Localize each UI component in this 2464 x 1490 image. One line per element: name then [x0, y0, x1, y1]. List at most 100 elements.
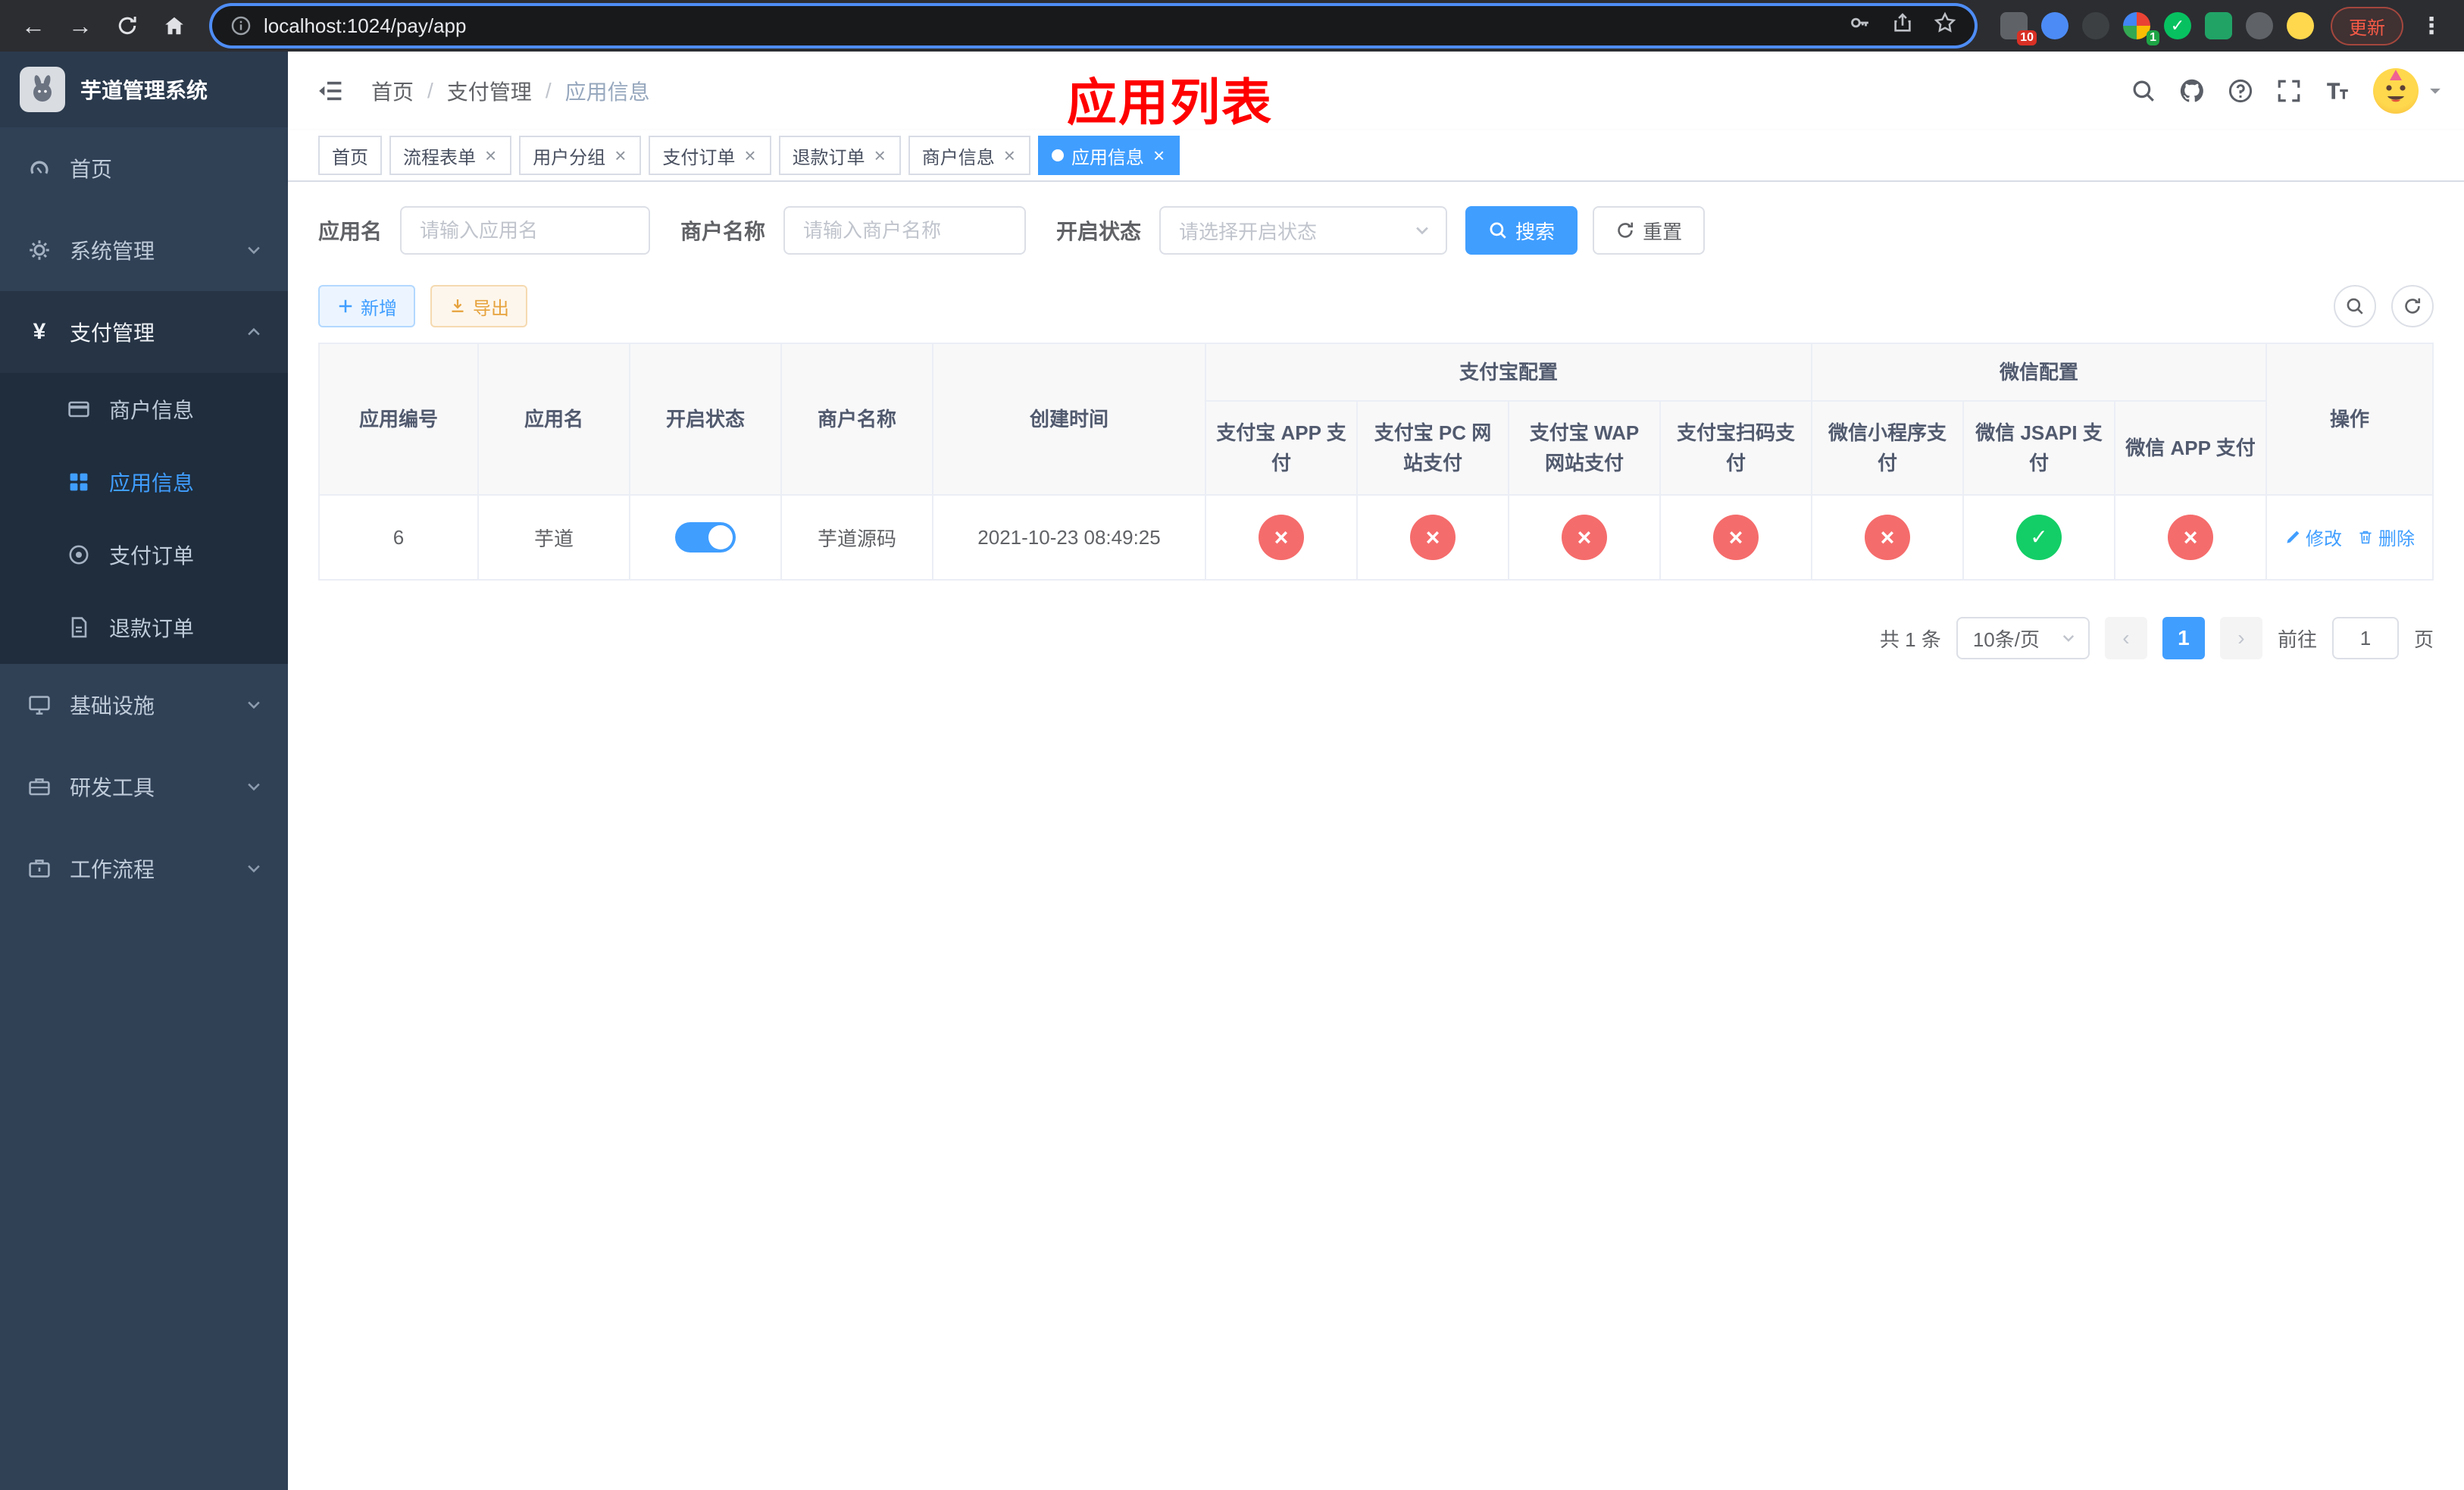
- tab-merchant-info[interactable]: 商户信息 ×: [908, 136, 1030, 175]
- sidebar-item-home[interactable]: 首页: [0, 127, 288, 209]
- page-size-select[interactable]: 10条/页: [1956, 617, 2090, 659]
- extension-icon-3[interactable]: [2082, 12, 2109, 39]
- sidebar-item-pay-order[interactable]: 支付订单: [0, 518, 288, 591]
- tabs-bar: 首页 流程表单 × 用户分组 × 支付订单 × 退款订单 × 商户信息 × 应用…: [288, 130, 2464, 182]
- help-icon[interactable]: [2228, 78, 2253, 104]
- dashboard-icon: [26, 156, 53, 180]
- tab-close-icon[interactable]: ×: [1152, 146, 1166, 165]
- browser-reload-icon[interactable]: [109, 8, 145, 44]
- tab-pay-order[interactable]: 支付订单 ×: [649, 136, 771, 175]
- browser-address-bar[interactable]: localhost:1024/pay/app: [212, 6, 1975, 45]
- extension-icon-6[interactable]: [2205, 12, 2232, 39]
- extension-badge: 10: [2017, 30, 2037, 45]
- app-name-input[interactable]: [400, 206, 651, 255]
- app-title: 芋道管理系统: [80, 79, 208, 102]
- edit-button[interactable]: 修改: [2284, 524, 2342, 550]
- goto-suffix: 页: [2413, 628, 2434, 651]
- browser-update-button[interactable]: 更新: [2331, 6, 2403, 45]
- fullscreen-icon[interactable]: [2276, 78, 2302, 104]
- profile-badge: 1: [2147, 30, 2159, 45]
- search-icon: [2347, 298, 2363, 315]
- goto-page-input[interactable]: [2331, 617, 2399, 659]
- sidebar-item-label: 支付订单: [109, 544, 195, 568]
- tab-process-form[interactable]: 流程表单 ×: [389, 136, 512, 175]
- tab-app-info[interactable]: 应用信息 ×: [1037, 136, 1180, 175]
- tab-home[interactable]: 首页: [318, 136, 382, 175]
- sidebar-item-label: 系统管理: [70, 239, 155, 263]
- alipay-wap-status-icon: [1562, 515, 1607, 560]
- sidebar-item-infra[interactable]: 基础设施: [0, 664, 288, 746]
- next-page-button[interactable]: ›: [2219, 617, 2262, 659]
- tab-close-icon[interactable]: ×: [613, 146, 627, 165]
- extension-icon-1[interactable]: 10: [2000, 12, 2037, 45]
- sidebar-item-system[interactable]: 系统管理: [0, 209, 288, 291]
- toggle-search-button[interactable]: [2334, 285, 2376, 327]
- sidebar-item-workflow[interactable]: 工作流程: [0, 828, 288, 909]
- github-icon[interactable]: [2179, 78, 2205, 104]
- cell-created-at: 2021-10-23 08:49:25: [932, 494, 1206, 581]
- status-switch[interactable]: [675, 522, 736, 552]
- share-icon[interactable]: [1891, 11, 1914, 40]
- app-logo[interactable]: 芋道管理系统: [0, 52, 288, 127]
- briefcase-icon: [26, 856, 53, 881]
- font-size-icon[interactable]: [2325, 78, 2350, 104]
- sidebar-item-payment[interactable]: ¥ 支付管理: [0, 291, 288, 373]
- sidebar-item-refund-order[interactable]: 退款订单: [0, 591, 288, 664]
- col-header-name: 应用名: [477, 343, 630, 496]
- header-search-icon[interactable]: [2131, 78, 2156, 104]
- col-header-wx-jsapi: 微信 JSAPI 支付: [1962, 400, 2116, 496]
- app-name-label: 应用名: [318, 220, 383, 243]
- extension-icon-4[interactable]: 1: [2123, 12, 2159, 45]
- breadcrumb-section[interactable]: 支付管理: [447, 76, 532, 106]
- status-select[interactable]: 请选择开启状态: [1159, 206, 1448, 255]
- select-caret-icon: [2062, 634, 2075, 642]
- prev-page-button[interactable]: ‹: [2104, 617, 2147, 659]
- active-tab-dot: [1051, 149, 1064, 161]
- grid-icon: [65, 470, 92, 494]
- user-avatar[interactable]: [2373, 68, 2443, 114]
- export-button[interactable]: 导出: [430, 285, 527, 327]
- tab-refund-order[interactable]: 退款订单 ×: [778, 136, 901, 175]
- tab-user-group[interactable]: 用户分组 ×: [519, 136, 642, 175]
- sidebar-item-devtools[interactable]: 研发工具: [0, 746, 288, 828]
- sidebar-item-app-info[interactable]: 应用信息: [0, 446, 288, 518]
- tab-close-icon[interactable]: ×: [1002, 146, 1017, 165]
- col-header-wx-app: 微信 APP 支付: [2114, 400, 2268, 496]
- search-button[interactable]: 搜索: [1465, 206, 1578, 255]
- bookmark-star-icon[interactable]: [1934, 11, 1956, 40]
- filter-form: 应用名 商户名称 开启状态 请选择开启状态 搜索: [318, 206, 2434, 255]
- extension-icon-5[interactable]: ✓: [2164, 12, 2191, 39]
- refresh-icon: [2405, 298, 2421, 314]
- sidebar-fold-icon[interactable]: [311, 71, 350, 111]
- tab-close-icon[interactable]: ×: [873, 146, 887, 165]
- reset-button[interactable]: 重置: [1593, 206, 1706, 255]
- add-button[interactable]: 新增: [318, 285, 415, 327]
- document-icon: [65, 615, 92, 640]
- browser-back-icon[interactable]: ←: [15, 8, 52, 44]
- trash-icon: [2359, 531, 2372, 543]
- sidebar-item-merchant-info[interactable]: 商户信息: [0, 373, 288, 446]
- tab-close-icon[interactable]: ×: [743, 146, 757, 165]
- extension-icon-7[interactable]: [2246, 12, 2273, 39]
- target-icon: [65, 543, 92, 567]
- profile-avatar-icon[interactable]: [2287, 12, 2314, 39]
- browser-home-icon[interactable]: [156, 8, 192, 44]
- site-info-icon[interactable]: [230, 15, 252, 36]
- refresh-table-button[interactable]: [2391, 285, 2434, 327]
- refresh-icon: [1618, 222, 1634, 238]
- breadcrumb-home[interactable]: 首页: [371, 76, 414, 106]
- total-count: 共 1 条: [1879, 628, 1941, 651]
- col-header-alipay-pc: 支付宝 PC 网站支付: [1356, 400, 1509, 496]
- page-button-1[interactable]: 1: [2162, 617, 2205, 659]
- top-navbar: 首页 / 支付管理 / 应用信息: [288, 52, 2464, 130]
- browser-menu-icon[interactable]: ⋮: [2414, 13, 2449, 39]
- status-label: 开启状态: [1056, 220, 1142, 243]
- password-key-icon[interactable]: [1849, 11, 1871, 40]
- tab-close-icon[interactable]: ×: [483, 146, 498, 165]
- avatar-caret-icon: [2428, 83, 2443, 99]
- extension-icon-2[interactable]: [2041, 12, 2068, 39]
- col-header-merchant: 商户名称: [780, 343, 933, 496]
- browser-forward-icon[interactable]: →: [62, 8, 98, 44]
- merchant-name-input[interactable]: [783, 206, 1027, 255]
- delete-button[interactable]: 删除: [2357, 524, 2415, 550]
